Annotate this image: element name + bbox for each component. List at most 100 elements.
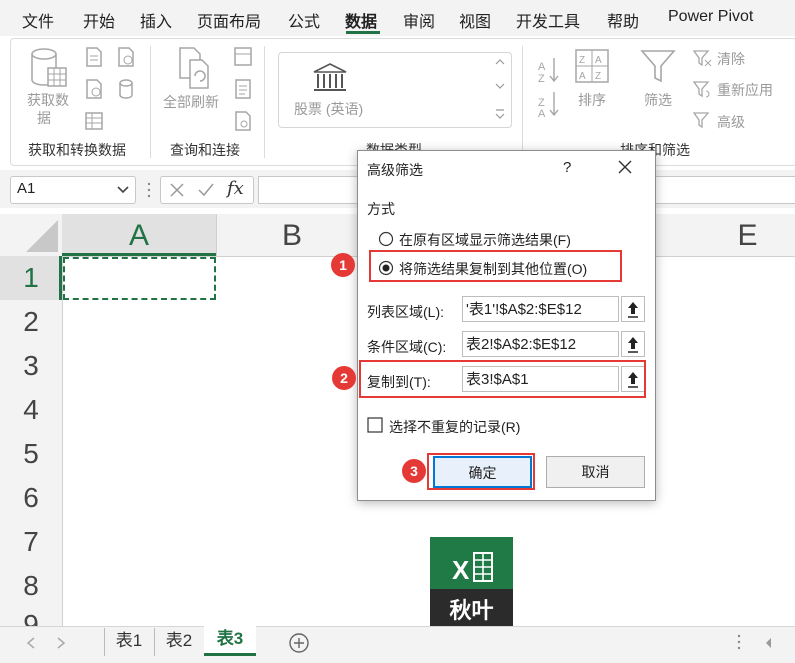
list-range-ref-button[interactable] bbox=[621, 296, 645, 322]
properties-icon bbox=[235, 79, 251, 99]
menu-page-layout[interactable]: 页面布局 bbox=[197, 8, 261, 32]
row-header-4[interactable]: 4 bbox=[0, 388, 62, 432]
criteria-range-input[interactable]: 表2!$A$2:$E$12 bbox=[462, 331, 619, 357]
row-header-8[interactable]: 8 bbox=[0, 564, 62, 608]
row-header-9[interactable]: 9 bbox=[0, 608, 62, 626]
row-header-7[interactable]: 7 bbox=[0, 520, 62, 564]
svg-text:A: A bbox=[579, 71, 586, 82]
cancel-x-icon[interactable] bbox=[169, 182, 185, 198]
group-separator bbox=[150, 46, 151, 158]
row-header-5[interactable]: 5 bbox=[0, 432, 62, 476]
annotation-badge-2: 2 bbox=[332, 366, 356, 390]
cancel-button[interactable]: 取消 bbox=[546, 456, 645, 488]
name-box-value: A1 bbox=[17, 180, 36, 197]
row-header-2[interactable]: 2 bbox=[0, 300, 62, 344]
reapply-icon[interactable] bbox=[692, 79, 712, 99]
menu-home[interactable]: 开始 bbox=[83, 8, 115, 32]
table-icon bbox=[85, 112, 103, 130]
unique-records-checkbox[interactable] bbox=[367, 417, 383, 433]
split-handle-icon[interactable] bbox=[736, 630, 742, 654]
menu-help[interactable]: 帮助 bbox=[607, 8, 639, 32]
row-header-1[interactable]: 1 bbox=[0, 256, 62, 300]
menu-developer[interactable]: 开发工具 bbox=[516, 8, 580, 32]
add-sheet-icon[interactable] bbox=[288, 632, 310, 654]
group-label-get-transform: 获取和转换数据 bbox=[28, 142, 126, 158]
existing-connections-icon bbox=[119, 79, 133, 99]
bank-icon bbox=[313, 63, 347, 91]
get-data-label[interactable]: 获取数 bbox=[27, 90, 69, 110]
menu-data[interactable]: 数据 bbox=[345, 8, 377, 32]
insert-function-button[interactable]: fx bbox=[227, 178, 244, 199]
drag-handle-icon[interactable] bbox=[146, 182, 152, 198]
sort-icon[interactable]: Z A A Z bbox=[574, 48, 610, 84]
row-header-3[interactable]: 3 bbox=[0, 344, 62, 388]
criteria-range-ref-button[interactable] bbox=[621, 331, 645, 357]
annotation-badge-1: 1 bbox=[331, 253, 355, 277]
menu-formulas[interactable]: 公式 bbox=[288, 8, 320, 32]
column-header-b[interactable]: B bbox=[216, 214, 368, 256]
stocks-label[interactable]: 股票 (英语) bbox=[294, 99, 363, 119]
help-button[interactable]: ? bbox=[563, 159, 571, 176]
logo: X 秋叶 bbox=[430, 537, 513, 626]
annotation-badge-3: 3 bbox=[402, 459, 426, 483]
advanced-label[interactable]: 高级 bbox=[717, 112, 745, 132]
list-range-label: 列表区域(L): bbox=[367, 304, 444, 320]
filter-funnel-icon[interactable] bbox=[640, 48, 676, 84]
sort-label[interactable]: 排序 bbox=[578, 90, 606, 110]
scroll-right-icon[interactable] bbox=[56, 637, 66, 649]
refresh-all-icon bbox=[179, 47, 209, 89]
menu-power-pivot[interactable]: Power Pivot bbox=[668, 8, 753, 26]
clear-filter-icon[interactable] bbox=[692, 48, 712, 68]
list-range-input[interactable]: '表1'!$A$2:$E$12 bbox=[462, 296, 619, 322]
unique-records-label[interactable]: 选择不重复的记录(R) bbox=[389, 417, 520, 437]
selected-cell-a1[interactable] bbox=[63, 257, 216, 300]
column-header-a[interactable]: A bbox=[62, 214, 216, 256]
get-data-label-2[interactable]: 据 bbox=[37, 108, 51, 128]
queries-connections-icon bbox=[234, 47, 252, 66]
group-label-queries: 查询和连接 bbox=[170, 142, 240, 158]
excel-logo-icon: X bbox=[452, 552, 493, 585]
svg-text:A: A bbox=[595, 55, 602, 66]
sheet-tab-1[interactable]: 表1 bbox=[104, 628, 153, 656]
radio-filter-in-place[interactable] bbox=[378, 231, 394, 247]
svg-text:Z: Z bbox=[595, 71, 601, 82]
sheet-tab-3-active[interactable]: 表3 bbox=[204, 626, 256, 656]
menu-view[interactable]: 视图 bbox=[459, 8, 491, 32]
menu-insert[interactable]: 插入 bbox=[140, 8, 172, 32]
web-icon bbox=[86, 79, 102, 99]
hscroll-left-icon[interactable] bbox=[764, 637, 774, 649]
svg-text:A: A bbox=[538, 108, 546, 118]
active-tab-underline bbox=[346, 31, 380, 34]
annotation-box-copy-to bbox=[359, 360, 646, 398]
dialog-title: 高级筛选 bbox=[367, 162, 423, 178]
svg-text:Z: Z bbox=[579, 55, 585, 66]
recent-sources-icon bbox=[118, 47, 134, 67]
filter-label[interactable]: 筛选 bbox=[644, 90, 672, 110]
gallery-scroll-icon[interactable] bbox=[493, 54, 507, 124]
logo-text: 秋叶 bbox=[449, 598, 494, 623]
close-icon[interactable] bbox=[618, 160, 632, 174]
menu-file[interactable]: 文件 bbox=[22, 8, 54, 32]
refresh-all-label[interactable]: 全部刷新 bbox=[163, 92, 219, 112]
clear-label[interactable]: 清除 bbox=[717, 49, 745, 69]
scroll-left-icon[interactable] bbox=[26, 637, 36, 649]
sort-az-icon[interactable]: A Z Z A bbox=[536, 54, 562, 118]
sheet-tab-2[interactable]: 表2 bbox=[154, 628, 203, 656]
row-header-6[interactable]: 6 bbox=[0, 476, 62, 520]
menu-review[interactable]: 审阅 bbox=[403, 8, 435, 32]
confirm-check-icon[interactable] bbox=[197, 182, 215, 198]
formula-buttons: fx bbox=[160, 176, 254, 204]
criteria-range-label: 条件区域(C): bbox=[367, 339, 447, 355]
svg-text:X: X bbox=[452, 555, 470, 585]
col-divider bbox=[216, 214, 217, 256]
name-box[interactable]: A1 bbox=[10, 176, 136, 204]
advanced-filter-icon[interactable] bbox=[692, 110, 712, 130]
svg-text:A: A bbox=[538, 61, 546, 73]
select-all-corner-icon[interactable] bbox=[24, 218, 60, 254]
column-header-e[interactable]: E bbox=[700, 214, 795, 256]
reapply-label[interactable]: 重新应用 bbox=[717, 80, 773, 100]
option-filter-in-place-label[interactable]: 在原有区域显示筛选结果(F) bbox=[399, 230, 571, 250]
database-icon bbox=[31, 48, 67, 87]
chevron-down-icon[interactable] bbox=[117, 185, 129, 195]
text-file-icon bbox=[86, 47, 102, 67]
